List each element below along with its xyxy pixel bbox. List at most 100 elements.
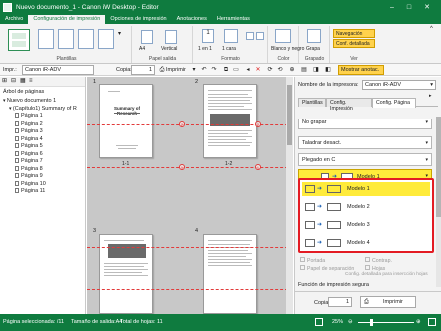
paper-size-label[interactable]: A4 <box>139 46 145 52</box>
zoom-out-icon[interactable]: ⊖ <box>348 319 353 325</box>
secure-print-label[interactable]: Función de impresión segura <box>298 282 369 288</box>
copy-icon[interactable]: ⧉ <box>222 66 230 74</box>
ribbon-group-grapado: Grapa Grapado <box>300 26 330 63</box>
menu-tab-anotaciones[interactable]: Anotaciones <box>172 15 212 24</box>
collapse-ribbon-icon[interactable]: ^ <box>430 26 433 32</box>
scrollbar-thumb[interactable] <box>436 117 441 217</box>
detailed-settings-toggle[interactable]: Conf. detallada <box>333 39 375 48</box>
template-icon[interactable] <box>8 29 30 51</box>
contrap-checkbox[interactable]: Contrap. <box>365 257 392 264</box>
tree-page-item[interactable]: Página 1 <box>0 113 85 121</box>
separator-checkbox[interactable]: Papel de separación <box>300 265 354 272</box>
minimize-button[interactable]: – <box>385 0 399 15</box>
settings-scrollbar[interactable] <box>436 117 441 287</box>
zoom-slider[interactable] <box>358 319 414 326</box>
format-small-icon-1[interactable] <box>246 32 254 40</box>
fold-select[interactable]: Plegado en C ▾ <box>298 153 432 166</box>
staple-select[interactable]: No grapar ▾ <box>298 119 432 129</box>
print-label[interactable]: Imprimir <box>166 67 186 73</box>
paste-icon[interactable]: ▭ <box>232 66 240 74</box>
paper-size-icon[interactable] <box>141 30 153 44</box>
template-thumb-2[interactable] <box>58 29 74 49</box>
status-bar: Página seleccionada: /11 Tamaño de salid… <box>0 314 441 331</box>
page-thumbnail-1[interactable]: Summary of Research <box>99 84 153 158</box>
menu-tab-archivo[interactable]: Archivo <box>0 15 28 24</box>
tree-page-item[interactable]: Página 5 <box>0 143 85 151</box>
tree-page-item[interactable]: Página 2 <box>0 121 85 129</box>
template-thumb-4[interactable] <box>98 29 114 49</box>
hojas-checkbox[interactable]: Hojas <box>365 265 385 272</box>
maximize-button[interactable]: □ <box>402 0 416 15</box>
collapse-icon[interactable]: ⊟ <box>11 77 20 86</box>
duplex-icon[interactable] <box>224 29 238 43</box>
tree-chapter[interactable]: ▾ (Capítulo1) Summary of R <box>0 106 85 114</box>
tree-page-item[interactable]: Página 7 <box>0 158 85 166</box>
page-thumbnail-3[interactable] <box>99 234 153 314</box>
tree-page-item[interactable]: Página 3 <box>0 128 85 136</box>
tree-page-item[interactable]: Página 11 <box>0 188 85 196</box>
template-thumb-3[interactable] <box>78 29 94 49</box>
tree-root[interactable]: ▾ Nuevo documento 1 <box>0 98 85 106</box>
insert-icon[interactable]: ▤ <box>300 66 308 74</box>
orientation-label[interactable]: Vertical <box>161 46 177 52</box>
tree-page-item[interactable]: Página 8 <box>0 166 85 174</box>
model-option-1[interactable]: ➜ Modelo 1 <box>302 182 430 196</box>
navigation-toggle[interactable]: Navegación <box>333 29 375 38</box>
rotate-icon[interactable]: ⟳ <box>266 66 274 74</box>
model-option-4[interactable]: ➜ Modelo 4 <box>302 236 430 250</box>
format-small-icon-2[interactable] <box>256 32 264 40</box>
zoom-slider-thumb[interactable] <box>370 319 373 326</box>
page-thumbnail-2[interactable] <box>203 84 257 158</box>
printer-icon[interactable]: ⎙ <box>158 66 166 74</box>
print-dropdown-icon[interactable]: ▾ <box>190 66 198 74</box>
grid-view-icon[interactable] <box>315 318 323 326</box>
copies-input[interactable]: 1 <box>328 297 352 307</box>
rotate-alt-icon[interactable]: ⟲ <box>276 66 284 74</box>
tab-config-impresion[interactable]: Config. Impresión <box>326 98 372 112</box>
tab-config-pagina[interactable]: Config. Página <box>372 98 416 108</box>
tree-page-item[interactable]: Página 10 <box>0 181 85 189</box>
page-thumbnail-4[interactable] <box>203 234 257 314</box>
staple-icon[interactable] <box>307 29 321 43</box>
template-thumb-1[interactable] <box>38 29 54 49</box>
list-icon[interactable]: ≡ <box>29 77 38 86</box>
insert-sheets-link[interactable]: Config. detallada para insercción hojas <box>345 272 428 277</box>
zoom-in-icon[interactable]: ⊕ <box>288 66 296 74</box>
orientation-icon[interactable] <box>165 30 177 44</box>
staple-label[interactable]: Grapa <box>306 46 320 52</box>
menu-tab-config-impresion[interactable]: Configuración de impresión <box>28 15 106 24</box>
model-option-2[interactable]: ➜ Modelo 2 <box>302 200 430 214</box>
thumbnail-icon[interactable]: ▦ <box>20 77 29 86</box>
split-icon[interactable]: ◨ <box>312 66 320 74</box>
close-button[interactable]: ✕ <box>420 0 434 15</box>
menu-tab-opciones-impresion[interactable]: Opciones de impresión <box>105 15 171 24</box>
show-annotations-button[interactable]: Mostrar anotac. <box>338 65 384 75</box>
undo-icon[interactable]: ↶ <box>200 66 208 74</box>
zoom-in-icon[interactable]: ⊕ <box>416 319 421 325</box>
expand-icon[interactable]: ⊞ <box>2 77 11 86</box>
punch-select[interactable]: Taladrar desact. ▾ <box>298 136 432 149</box>
printer-name-select[interactable]: Canon iR-ADV ▾ <box>362 80 436 90</box>
redo-icon[interactable]: ↷ <box>210 66 218 74</box>
gallery-scroll-icon[interactable]: ▾ <box>118 30 121 37</box>
portada-checkbox[interactable]: Portada <box>300 257 325 264</box>
tree-page-item[interactable]: Página 9 <box>0 173 85 181</box>
tab-plantillas[interactable]: Plantillas <box>298 98 326 107</box>
printer-select[interactable]: Canon iR-ADV <box>22 65 94 75</box>
print-button[interactable]: ⎙ Imprimir <box>360 296 416 308</box>
tree-page-item[interactable]: Página 4 <box>0 136 85 144</box>
merge-icon[interactable]: ◧ <box>324 66 332 74</box>
duplex-label[interactable]: 1 cara <box>222 46 236 52</box>
preview-scrollbar[interactable] <box>286 77 293 314</box>
delete-icon[interactable]: ✕ <box>254 66 262 74</box>
layout-icon[interactable]: 1 <box>202 29 214 43</box>
layout-label[interactable]: 1 en 1 <box>198 46 212 52</box>
fit-page-icon[interactable] <box>428 318 436 326</box>
menu-tab-herramientas[interactable]: Herramientas <box>212 15 255 24</box>
copies-input[interactable]: 1 <box>131 65 155 75</box>
arrow-left-icon[interactable]: ◂ <box>244 66 252 74</box>
model-option-3[interactable]: ➜ Modelo 3 <box>302 218 430 232</box>
scrollbar-thumb[interactable] <box>287 85 292 145</box>
tree-page-item[interactable]: Página 6 <box>0 151 85 159</box>
color-mode-icon[interactable] <box>275 29 291 43</box>
